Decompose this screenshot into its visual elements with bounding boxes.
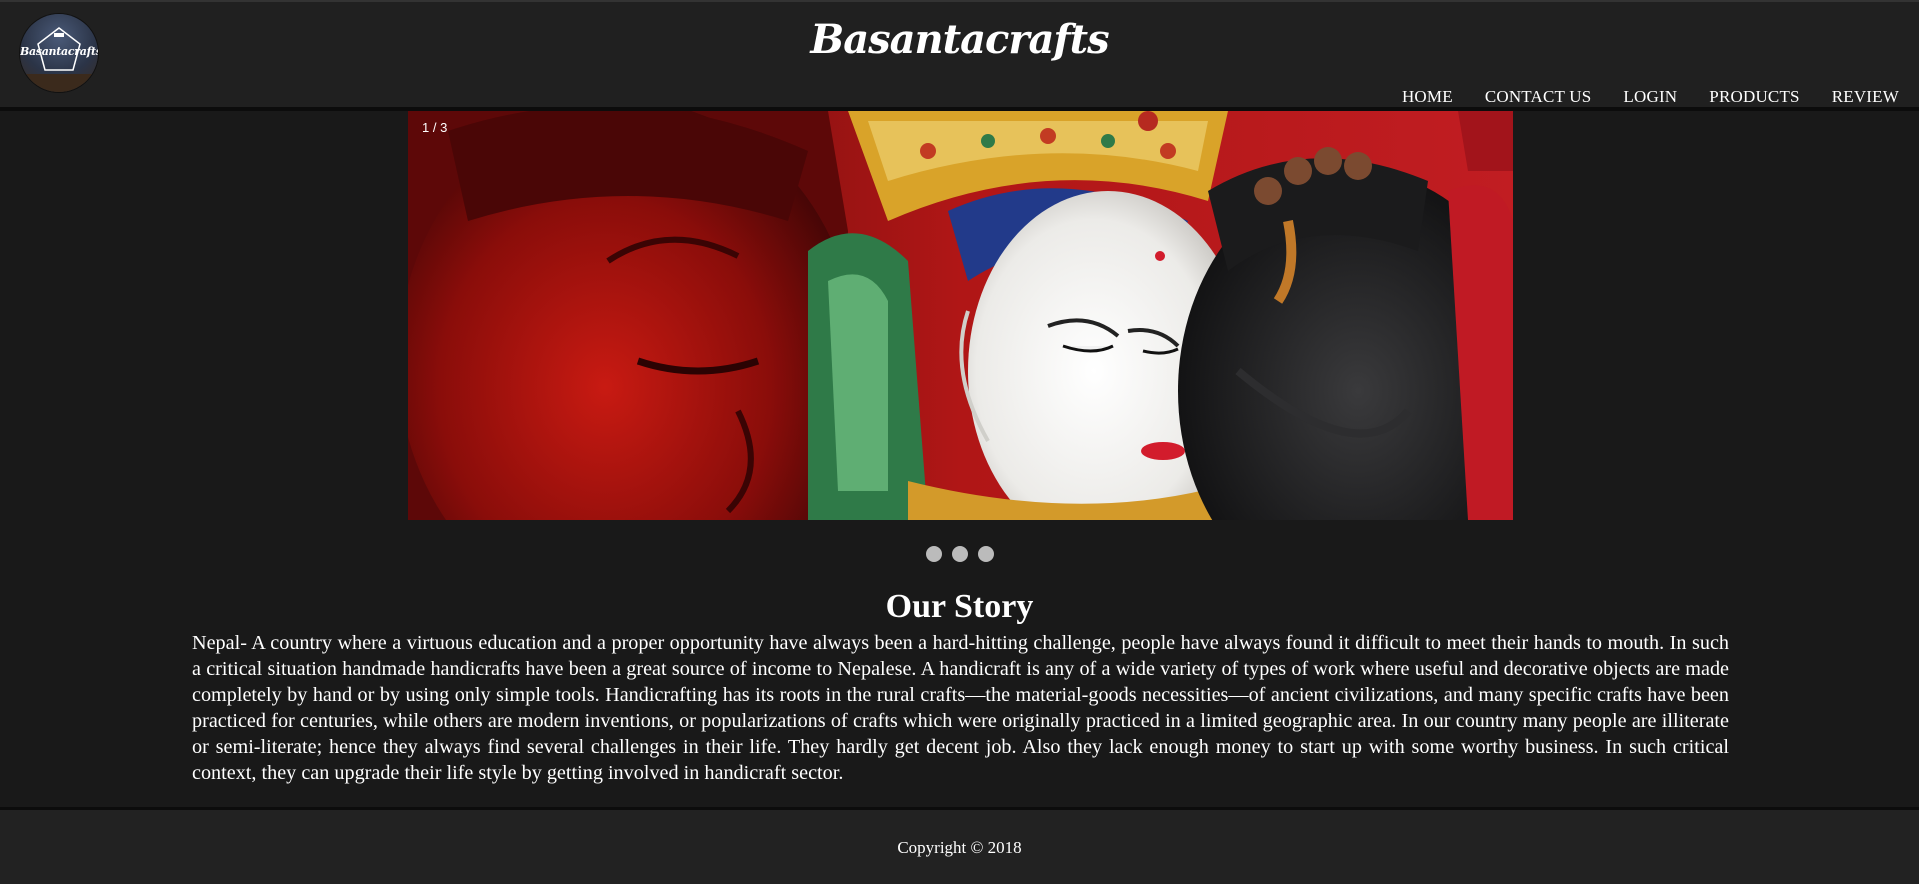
slide-dots <box>0 546 1919 562</box>
story-paragraph: Nepal- A country where a virtuous educat… <box>192 632 1729 784</box>
slide-counter: 1 / 3 <box>422 120 448 135</box>
nav-home[interactable]: HOME <box>1402 87 1453 107</box>
slide-dot-1[interactable] <box>925 546 942 562</box>
site-footer: Copyright © 2018 <box>0 810 1919 884</box>
slide-dot-3[interactable] <box>977 546 994 562</box>
nav-products[interactable]: PRODUCTS <box>1709 87 1799 107</box>
nav-contact-us[interactable]: CONTACT US <box>1485 87 1592 107</box>
site-title[interactable]: Basantacrafts <box>0 16 1919 63</box>
slide-dot-2[interactable] <box>951 546 968 562</box>
story-heading: Our Story <box>885 588 1034 625</box>
nav-review[interactable]: REVIEW <box>1832 87 1899 107</box>
slide-image <box>408 111 1513 520</box>
nav-login[interactable]: LOGIN <box>1623 87 1677 107</box>
main-nav: HOME CONTACT US LOGIN PRODUCTS REVIEW <box>1402 87 1899 107</box>
slideshow[interactable]: 1 / 3 <box>408 111 1513 520</box>
site-header: Basantacrafts Basantacrafts HOME CONTACT… <box>0 0 1919 107</box>
copyright-text: Copyright © 2018 <box>897 838 1022 857</box>
